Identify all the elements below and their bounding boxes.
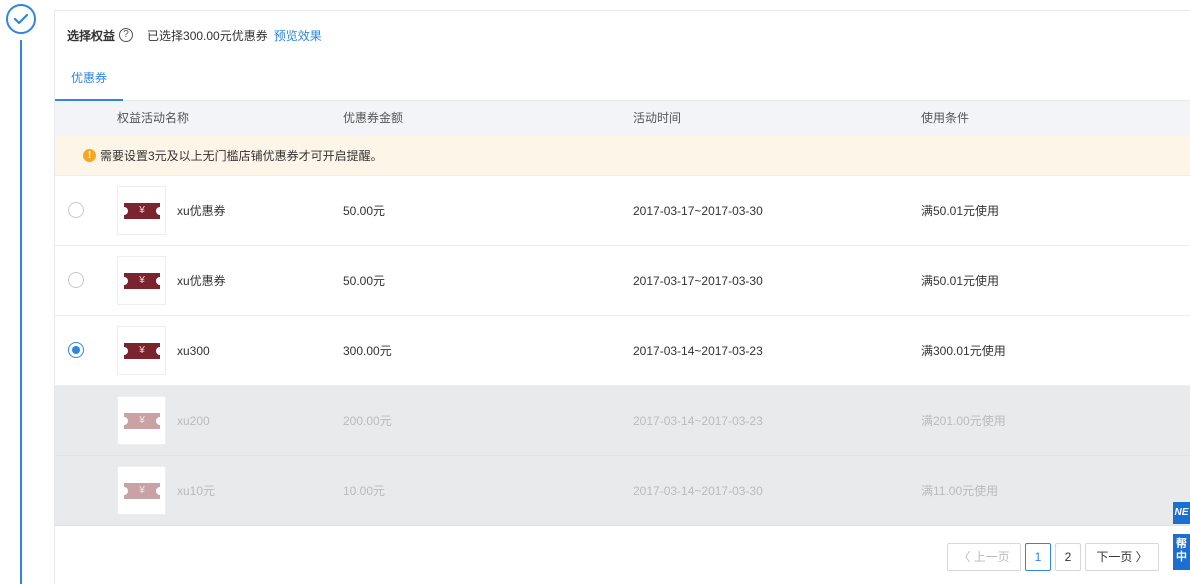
column-header-amount: 优惠券金额 [343, 111, 404, 125]
row-radio[interactable] [68, 272, 84, 288]
new-feature-widget[interactable]: NE [1173, 502, 1190, 524]
coupon-condition: 满50.01元使用 [921, 274, 1000, 288]
coupon-thumbnail: ¥ [117, 396, 166, 445]
column-header-time: 活动时间 [633, 111, 682, 125]
row-radio[interactable] [68, 342, 84, 358]
row-radio[interactable] [68, 202, 84, 218]
selection-summary: 已选择300.00元优惠券 [147, 28, 268, 43]
coupon-name: xu10元 [177, 484, 216, 498]
coupon-thumbnail: ¥ [117, 466, 166, 515]
coupon-name: xu优惠券 [177, 274, 226, 288]
page-2-button[interactable]: 2 [1055, 543, 1081, 571]
table-header: 权益活动名称 优惠券金额 活动时间 使用条件 [55, 101, 1190, 136]
step-connector-line [20, 40, 22, 584]
help-center-widget[interactable]: 帮 中 [1173, 534, 1190, 570]
coupon-condition: 满300.01元使用 [921, 344, 1006, 358]
prev-page-button[interactable]: 〈 上一页 [947, 543, 1021, 571]
coupon-amount: 200.00元 [343, 414, 392, 428]
coupon-ticket-icon: ¥ [120, 483, 164, 499]
step-complete-indicator [6, 4, 36, 34]
coupon-condition: 满50.01元使用 [921, 204, 1000, 218]
coupon-time: 2017-03-14~2017-03-30 [633, 484, 763, 498]
coupon-name: xu优惠券 [177, 204, 226, 218]
coupon-condition: 满201.00元使用 [921, 414, 1006, 428]
coupon-time: 2017-03-14~2017-03-23 [633, 344, 763, 358]
benefit-selection-panel: 选择权益 ? 已选择300.00元优惠券 预览效果 优惠券 权益活动名称 优惠券… [54, 10, 1190, 584]
warning-icon: ! [83, 149, 96, 162]
coupon-ticket-icon: ¥ [120, 203, 164, 219]
coupon-thumbnail: ¥ [117, 186, 166, 235]
panel-header: 选择权益 ? 已选择300.00元优惠券 预览效果 [67, 25, 322, 45]
tab-bar: 优惠券 [55, 63, 1190, 101]
help-icon[interactable]: ? [119, 28, 134, 42]
coupon-ticket-icon: ¥ [120, 413, 164, 429]
help-center-label-1: 帮 [1176, 538, 1187, 550]
coupon-ticket-icon: ¥ [120, 273, 164, 289]
next-page-button[interactable]: 下一页 〉 [1085, 543, 1159, 571]
column-header-condition: 使用条件 [921, 111, 970, 125]
coupon-time: 2017-03-17~2017-03-30 [633, 204, 763, 218]
help-center-label-2: 中 [1176, 551, 1187, 563]
coupon-amount: 300.00元 [343, 344, 392, 358]
table-row[interactable]: ¥ xu300 300.00元 2017-03-14~2017-03-23 满3… [55, 316, 1190, 386]
tab-coupons[interactable]: 优惠券 [55, 63, 123, 101]
coupon-time: 2017-03-14~2017-03-23 [633, 414, 763, 428]
coupon-condition: 满11.00元使用 [921, 484, 999, 498]
coupon-amount: 50.00元 [343, 274, 386, 288]
coupon-name: xu300 [177, 344, 210, 358]
page-1-button[interactable]: 1 [1025, 543, 1051, 571]
coupon-name: xu200 [177, 414, 210, 428]
coupon-time: 2017-03-17~2017-03-30 [633, 274, 763, 288]
table-row: ¥ xu10元 10.00元 2017-03-14~2017-03-30 满11… [55, 456, 1190, 526]
table-row: ¥ xu200 200.00元 2017-03-14~2017-03-23 满2… [55, 386, 1190, 456]
reminder-notice: ! 需要设置3元及以上无门槛店铺优惠券才可开启提醒。 [55, 136, 1190, 176]
column-header-name: 权益活动名称 [117, 111, 190, 125]
coupon-amount: 50.00元 [343, 204, 386, 218]
preview-link[interactable]: 预览效果 [274, 27, 322, 44]
check-icon [13, 13, 29, 25]
coupon-thumbnail: ¥ [117, 326, 166, 375]
step-rail [0, 0, 40, 584]
table-row[interactable]: ¥ xu优惠券 50.00元 2017-03-17~2017-03-30 满50… [55, 176, 1190, 246]
panel-title: 选择权益 [67, 28, 116, 43]
coupon-thumbnail: ¥ [117, 256, 166, 305]
pagination: 〈 上一页 1 2 下一页 〉 [55, 543, 1190, 573]
table-row[interactable]: ¥ xu优惠券 50.00元 2017-03-17~2017-03-30 满50… [55, 246, 1190, 316]
coupon-table-body: ¥ xu优惠券 50.00元 2017-03-17~2017-03-30 满50… [55, 176, 1190, 526]
coupon-ticket-icon: ¥ [120, 343, 164, 359]
notice-text: 需要设置3元及以上无门槛店铺优惠券才可开启提醒。 [100, 149, 383, 163]
coupon-amount: 10.00元 [343, 484, 386, 498]
